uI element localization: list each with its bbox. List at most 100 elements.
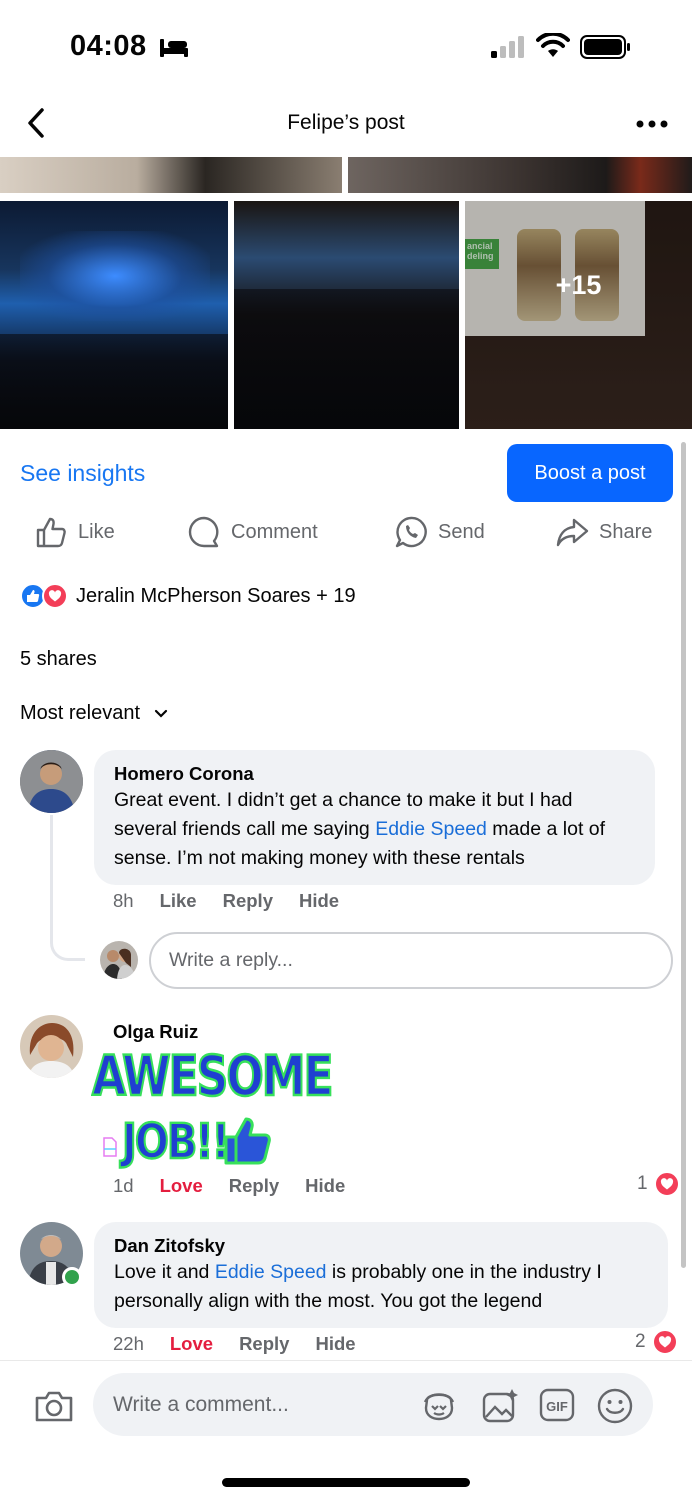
share-label: Share: [599, 520, 653, 543]
photo-crowd: [0, 334, 228, 429]
reply-avatar: [100, 941, 138, 979]
send-label: Send: [438, 520, 485, 543]
bed-icon: [160, 39, 188, 57]
like-button[interactable]: Like: [34, 512, 115, 552]
camera-button[interactable]: [34, 1389, 74, 1428]
comment-label: Comment: [231, 520, 318, 543]
heart-icon: [651, 1329, 678, 1355]
more-options-button[interactable]: [634, 109, 670, 139]
photo-grid: ancial deling +15: [0, 157, 692, 429]
comment-text: Great event. I didn’t get a chance to ma…: [114, 786, 635, 873]
post-actions: Like Comment Send Share: [0, 512, 692, 552]
photo-crowd: [234, 289, 459, 429]
reaction-count-number: 2: [635, 1331, 646, 1352]
comment-bubble[interactable]: Dan Zitofsky Love it and Eddie Speed is …: [94, 1222, 668, 1328]
thumbs-up-sticker-icon: [224, 1117, 271, 1165]
share-button[interactable]: Share: [555, 512, 652, 552]
comment-author[interactable]: Olga Ruiz: [113, 1020, 198, 1044]
comment-like-button[interactable]: Like: [160, 890, 197, 912]
signal-icon: [491, 36, 524, 58]
comment-hide-button[interactable]: Hide: [299, 890, 339, 912]
comment-input[interactable]: Write a comment... GIF: [93, 1373, 653, 1436]
sort-label: Most relevant: [20, 702, 141, 724]
comment-time: 1d: [113, 1175, 134, 1196]
camera-icon: [35, 1391, 73, 1422]
more-photos-count: +15: [555, 269, 602, 300]
comment-icon: [188, 516, 219, 548]
comment-reaction-count[interactable]: 2: [635, 1329, 678, 1355]
send-button[interactable]: Send: [394, 512, 485, 552]
reaction-count-number: 1: [637, 1173, 648, 1194]
comment-love-button[interactable]: Love: [160, 1175, 203, 1197]
navbar: Felipe’s post: [0, 95, 692, 155]
see-insights-link[interactable]: See insights: [20, 460, 145, 487]
comment-sort-dropdown[interactable]: Most relevant: [20, 702, 168, 725]
comment-meta: 8h Like Reply Hide: [113, 890, 365, 912]
heart-icon: [653, 1171, 680, 1197]
post-photo[interactable]: [0, 157, 342, 193]
comment-meta: 1d Love Reply Hide: [113, 1175, 371, 1197]
insights-row: See insights Boost a post: [0, 444, 692, 502]
post-photo[interactable]: [348, 157, 692, 193]
status-bar: 04:08: [0, 0, 692, 90]
gif-icon[interactable]: GIF: [539, 1388, 575, 1422]
page-title: Felipe’s post: [287, 111, 405, 134]
thumbs-up-icon: [36, 517, 66, 548]
reactions-summary[interactable]: Jeralin McPherson Soares + 19: [20, 582, 356, 610]
avatar-sticker-icon[interactable]: [421, 1388, 457, 1422]
emoji-icon[interactable]: [597, 1388, 633, 1424]
online-status-badge: [62, 1267, 82, 1287]
comment-text-part: Love it and: [114, 1261, 215, 1283]
comment-button[interactable]: Comment: [187, 512, 318, 552]
wifi-icon: [536, 33, 570, 57]
photo-stage-glow: [20, 231, 210, 321]
more-photos-overlay: +15: [465, 201, 692, 429]
battery-icon: [580, 35, 630, 59]
reactors-text: Jeralin McPherson Soares + 19: [76, 584, 356, 607]
avatar[interactable]: [20, 1015, 83, 1078]
comment-composer: Write a comment... GIF: [0, 1360, 692, 1460]
comment-author[interactable]: Dan Zitofsky: [114, 1234, 648, 1258]
reply-input[interactable]: Write a reply...: [149, 932, 673, 989]
comment-hide-button[interactable]: Hide: [305, 1175, 345, 1197]
mention-link[interactable]: Eddie Speed: [215, 1261, 327, 1283]
comment-love-button[interactable]: Love: [170, 1333, 213, 1355]
comment-reply-button[interactable]: Reply: [239, 1333, 289, 1355]
avatar-image: [20, 750, 83, 813]
svg-text:GIF: GIF: [546, 1399, 568, 1414]
chevron-down-icon: [154, 709, 168, 718]
comment-reaction-count[interactable]: 1: [637, 1171, 680, 1197]
home-indicator[interactable]: [222, 1478, 470, 1487]
comment-time: 8h: [113, 890, 134, 911]
comment-text: Love it and Eddie Speed is probably one …: [114, 1258, 648, 1316]
comment-reply-button[interactable]: Reply: [229, 1175, 279, 1197]
avatar-image: [20, 1015, 83, 1078]
avatar-image: [100, 941, 138, 979]
shares-count[interactable]: 5 shares: [20, 648, 97, 671]
photo-sparkle-icon[interactable]: [481, 1388, 519, 1424]
post-photo-more[interactable]: ancial deling +15: [465, 201, 692, 429]
like-label: Like: [78, 520, 115, 543]
file-icon: [103, 1137, 117, 1157]
post-photo[interactable]: [234, 201, 459, 429]
mention-link[interactable]: Eddie Speed: [375, 818, 487, 840]
comment-hide-button[interactable]: Hide: [315, 1333, 355, 1355]
sticker-text-line2: JOB!!: [121, 1114, 231, 1172]
status-time: 04:08: [70, 30, 147, 62]
post-photo[interactable]: [0, 201, 228, 429]
reply-thread-line: [50, 815, 85, 961]
comment-author[interactable]: Homero Corona: [114, 762, 635, 786]
sticker-text-line1: AWESOME: [91, 1044, 335, 1110]
awesome-job-sticker[interactable]: AWESOME JOB!!: [91, 1044, 335, 1172]
love-reaction-icon: [42, 583, 68, 609]
boost-post-button[interactable]: Boost a post: [507, 444, 673, 502]
comment-bubble[interactable]: Homero Corona Great event. I didn’t get …: [94, 750, 655, 885]
more-horizontal-icon: [636, 120, 668, 128]
share-icon: [556, 518, 589, 547]
comment-time: 22h: [113, 1333, 144, 1354]
comment-placeholder[interactable]: Write a comment...: [113, 1393, 289, 1417]
scrollbar[interactable]: [681, 442, 686, 1268]
avatar[interactable]: [20, 750, 83, 813]
comment-reply-button[interactable]: Reply: [223, 890, 273, 912]
whatsapp-icon: [395, 516, 427, 548]
